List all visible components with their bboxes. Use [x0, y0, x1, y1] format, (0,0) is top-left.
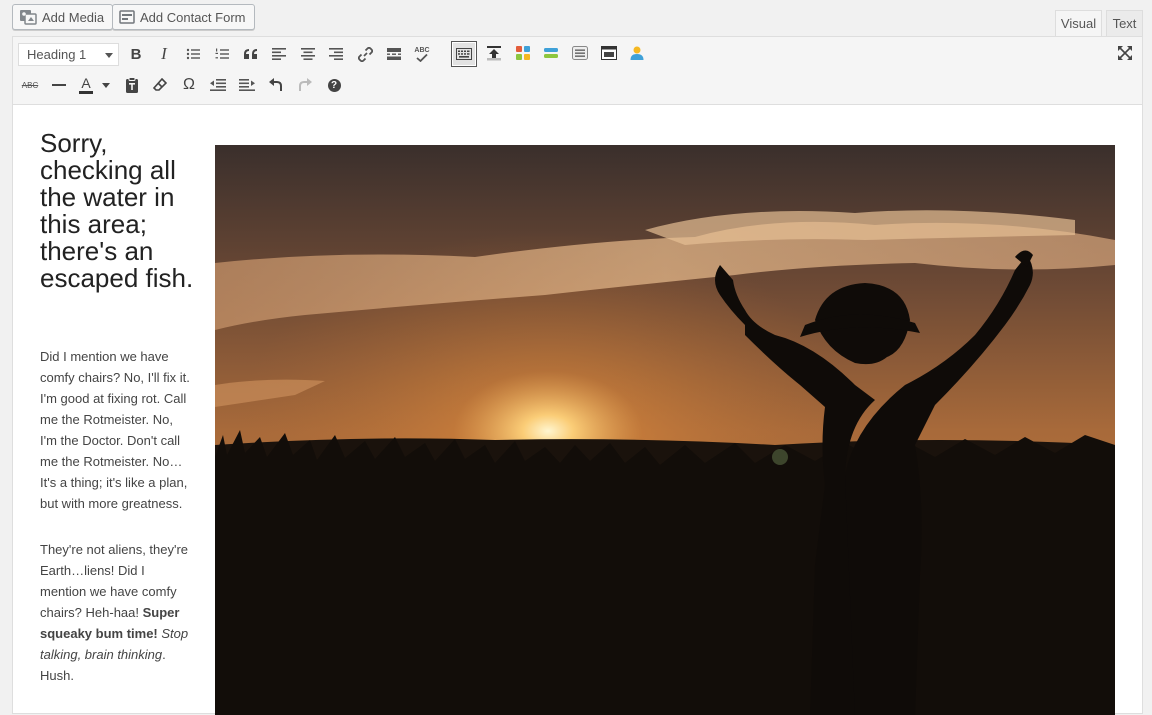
- read-more-button[interactable]: [381, 41, 407, 67]
- format-select[interactable]: Heading 1: [18, 43, 119, 66]
- list-box-icon: [572, 46, 588, 60]
- stack-icon: [544, 48, 558, 58]
- italic-button[interactable]: I: [151, 41, 177, 67]
- paragraph-1[interactable]: Did I mention we have comfy chairs? No, …: [40, 346, 190, 514]
- read-more-icon: [387, 48, 401, 60]
- bold-button[interactable]: B: [123, 41, 149, 67]
- italic-icon: I: [161, 44, 167, 63]
- align-left-icon: [272, 48, 286, 60]
- paste-as-text-icon: [126, 77, 138, 93]
- redo-icon: [299, 78, 312, 91]
- paste-as-text-button[interactable]: [119, 72, 145, 98]
- indent-icon: [239, 79, 255, 91]
- undo-button[interactable]: [263, 72, 289, 98]
- tab-visual[interactable]: Visual: [1055, 10, 1102, 36]
- editor-top-bar: Add Media Add Contact Form Visual Text: [0, 0, 1152, 38]
- align-left-button[interactable]: [266, 41, 292, 67]
- numbered-list-button[interactable]: [209, 41, 235, 67]
- link-icon: [357, 46, 373, 62]
- format-select-value: Heading 1: [27, 47, 87, 62]
- blockquote-icon: [244, 49, 257, 59]
- stack-button[interactable]: [538, 40, 564, 66]
- special-character-icon: Ω: [183, 76, 195, 93]
- paragraph-2[interactable]: They're not aliens, they're Earth…liens!…: [40, 539, 190, 686]
- bold-icon: B: [130, 45, 142, 63]
- tab-text[interactable]: Text: [1106, 10, 1143, 36]
- help-icon: ?: [327, 78, 341, 92]
- horizontal-line-icon: [52, 84, 66, 86]
- bulleted-list-button[interactable]: [180, 41, 206, 67]
- user-icon: [630, 46, 644, 60]
- text-color-swatch: [79, 91, 93, 94]
- clear-formatting-button[interactable]: [147, 72, 173, 98]
- help-button[interactable]: ?: [321, 72, 347, 98]
- redo-button[interactable]: [292, 72, 318, 98]
- undo-icon: [269, 78, 282, 91]
- window-icon: [601, 46, 617, 60]
- clear-formatting-icon: [153, 78, 167, 91]
- color-grid-button[interactable]: [510, 40, 536, 66]
- toolbar-toggle-icon: [456, 48, 472, 60]
- spellcheck-icon: [416, 53, 428, 62]
- add-contact-form-label: Add Contact Form: [140, 9, 246, 25]
- list-box-button[interactable]: [567, 40, 593, 66]
- numbered-list-icon: [215, 48, 229, 59]
- horizontal-line-button[interactable]: [46, 72, 72, 98]
- blockquote-button[interactable]: [238, 41, 264, 67]
- fullscreen-button[interactable]: [1112, 40, 1138, 66]
- text-color-icon: A: [81, 75, 91, 91]
- sunset-photo[interactable]: [215, 145, 1115, 715]
- color-grid-icon: [516, 46, 530, 60]
- link-button[interactable]: [352, 41, 378, 67]
- user-button[interactable]: [624, 40, 650, 66]
- chevron-down-icon: [102, 82, 110, 88]
- toolbar-toggle-button[interactable]: [451, 41, 477, 67]
- add-media-label: Add Media: [42, 9, 105, 25]
- chevron-down-icon: [105, 53, 113, 58]
- strikethrough-button[interactable]: ABC: [17, 72, 43, 98]
- spellcheck-button[interactable]: ABC: [409, 41, 435, 67]
- outdent-icon: [210, 79, 226, 91]
- align-right-icon: [329, 48, 343, 60]
- align-right-button[interactable]: [323, 41, 349, 67]
- indent-button[interactable]: [234, 72, 260, 98]
- text-color-dropdown[interactable]: [99, 72, 113, 98]
- media-icon: [19, 9, 37, 25]
- visual-editor: Heading 1 B I ABC ABC A Ω ? Sorry, check…: [12, 36, 1143, 715]
- align-center-icon: [301, 48, 315, 60]
- special-character-button[interactable]: Ω: [176, 72, 202, 98]
- upload-button[interactable]: [481, 40, 507, 66]
- editor-toolbar: Heading 1 B I ABC ABC A Ω ?: [13, 37, 1142, 105]
- fullscreen-icon: [1118, 46, 1132, 60]
- post-heading[interactable]: Sorry, checking all the water in this ar…: [40, 130, 200, 292]
- add-contact-form-button[interactable]: Add Contact Form: [112, 4, 255, 30]
- text-color-button[interactable]: A: [75, 72, 97, 98]
- align-center-button[interactable]: [295, 41, 321, 67]
- spellcheck-label: ABC: [414, 46, 430, 54]
- editor-content[interactable]: Sorry, checking all the water in this ar…: [13, 105, 1142, 715]
- outdent-button[interactable]: [205, 72, 231, 98]
- strikethrough-icon: ABC: [21, 80, 39, 90]
- bulleted-list-icon: [186, 48, 200, 60]
- contact-form-icon: [119, 10, 135, 24]
- add-media-button[interactable]: Add Media: [12, 4, 114, 30]
- upload-icon: [487, 46, 501, 61]
- window-button[interactable]: [596, 40, 622, 66]
